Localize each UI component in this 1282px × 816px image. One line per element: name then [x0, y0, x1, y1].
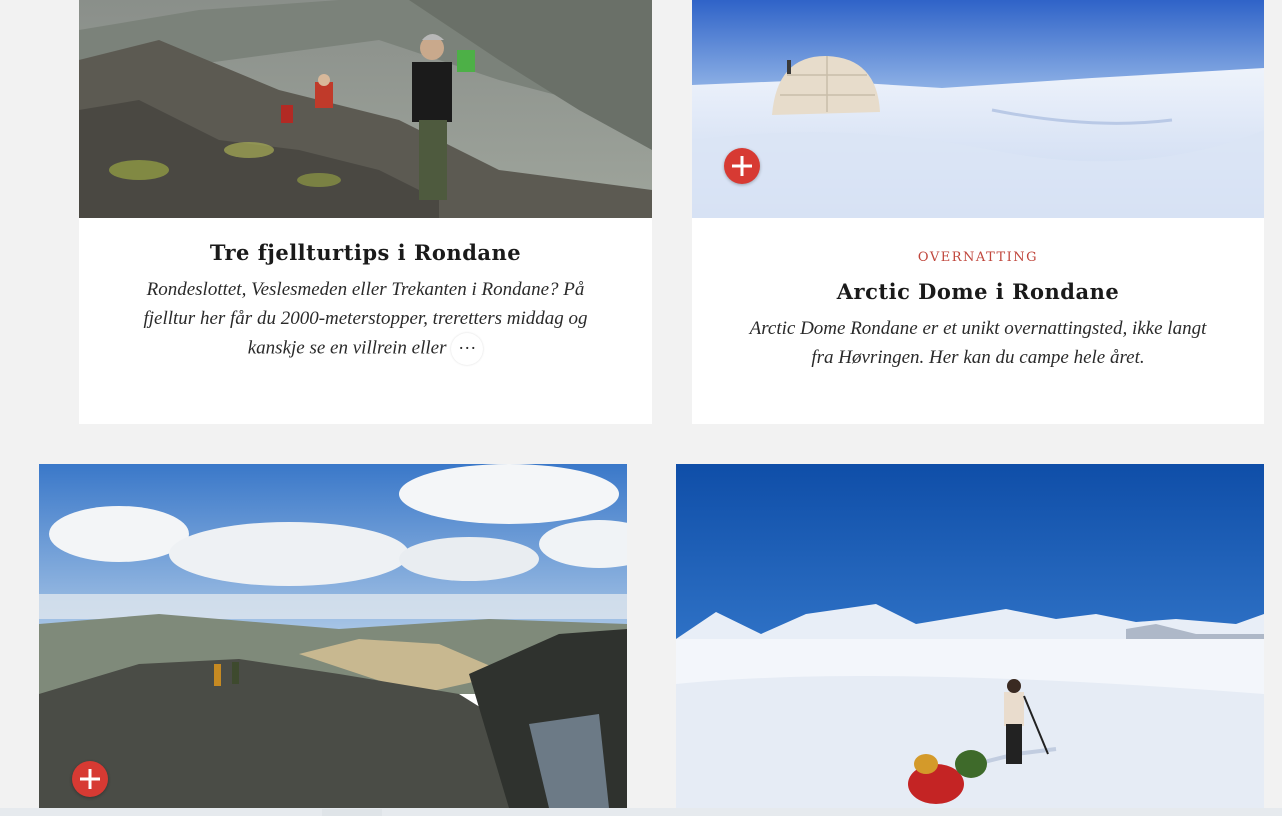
- card-category[interactable]: OVERNATTING: [742, 250, 1214, 265]
- snow-dome-tent-photo[interactable]: [692, 0, 1264, 218]
- mountain-hikers-photo[interactable]: [79, 0, 652, 218]
- article-card-skier[interactable]: [676, 464, 1264, 808]
- mountain-ridge-clouds-photo[interactable]: [39, 464, 627, 808]
- article-card-mountain-ridge[interactable]: [39, 464, 627, 808]
- card-description: Rondeslottet, Veslesmeden eller Trekante…: [127, 275, 604, 365]
- plus-icon[interactable]: [724, 148, 760, 184]
- card-title[interactable]: Arctic Dome i Rondane: [742, 279, 1214, 304]
- card-title[interactable]: Tre fjellturtips i Rondane: [127, 240, 604, 265]
- plus-icon[interactable]: [72, 761, 108, 797]
- card-description-text: Rondeslottet, Veslesmeden eller Trekante…: [143, 279, 588, 359]
- scrollbar-thumb[interactable]: [322, 809, 382, 816]
- skier-with-sled-photo[interactable]: [676, 464, 1264, 808]
- card-description: Arctic Dome Rondane er et unikt overnatt…: [749, 318, 1207, 368]
- read-more-button[interactable]: …: [451, 333, 483, 365]
- article-card-fjellturtips[interactable]: Tre fjellturtips i Rondane Rondeslottet,…: [79, 0, 652, 424]
- horizontal-scrollbar[interactable]: [0, 808, 1282, 816]
- article-card-arctic-dome[interactable]: OVERNATTING Arctic Dome i Rondane Arctic…: [692, 0, 1264, 424]
